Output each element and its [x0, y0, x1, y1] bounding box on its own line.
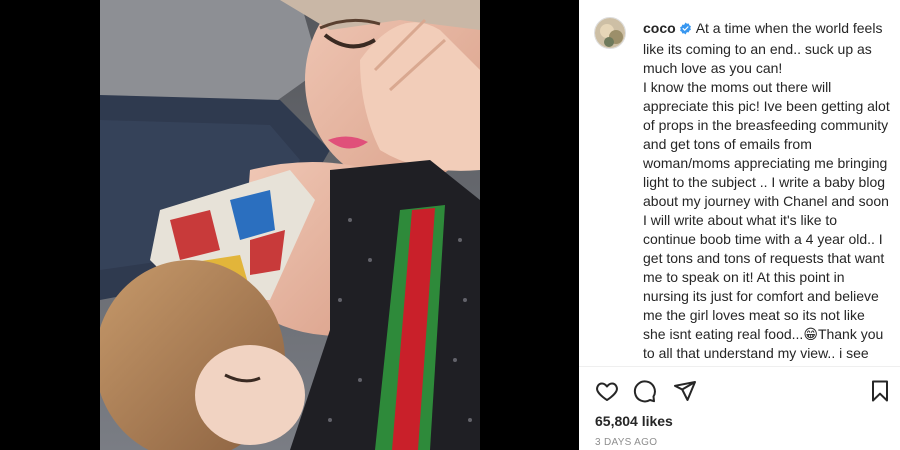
verified-badge-icon — [679, 21, 692, 40]
bookmark-icon — [872, 380, 888, 402]
post-photo — [100, 0, 480, 450]
paper-plane-icon — [674, 381, 696, 401]
username-link[interactable]: coco — [643, 20, 676, 36]
caption-area[interactable]: coco At a time when the world feels like … — [579, 0, 900, 366]
post-timestamp[interactable]: 3 DAYS AGO — [595, 437, 657, 448]
heart-icon — [596, 382, 618, 401]
post-side-panel: coco At a time when the world feels like … — [579, 0, 900, 450]
grin-emoji: 😁 — [803, 326, 818, 342]
share-button[interactable] — [673, 379, 697, 408]
caption-second-paragraph: I know the moms out there will appreciat… — [643, 78, 891, 366]
caption-line-2: I know the moms out there will appreciat… — [643, 79, 890, 342]
save-button[interactable] — [868, 379, 892, 408]
comment-icon — [633, 380, 656, 403]
like-button[interactable] — [595, 379, 619, 408]
avatar[interactable] — [594, 17, 626, 49]
avatar-image — [595, 18, 625, 48]
comment-button[interactable] — [633, 379, 657, 408]
likes-count[interactable]: 65,804 likes — [595, 413, 673, 429]
post-image[interactable] — [100, 0, 480, 450]
post-caption: coco At a time when the world feels like … — [643, 19, 891, 366]
caption-first-paragraph: coco At a time when the world feels like … — [643, 19, 891, 78]
